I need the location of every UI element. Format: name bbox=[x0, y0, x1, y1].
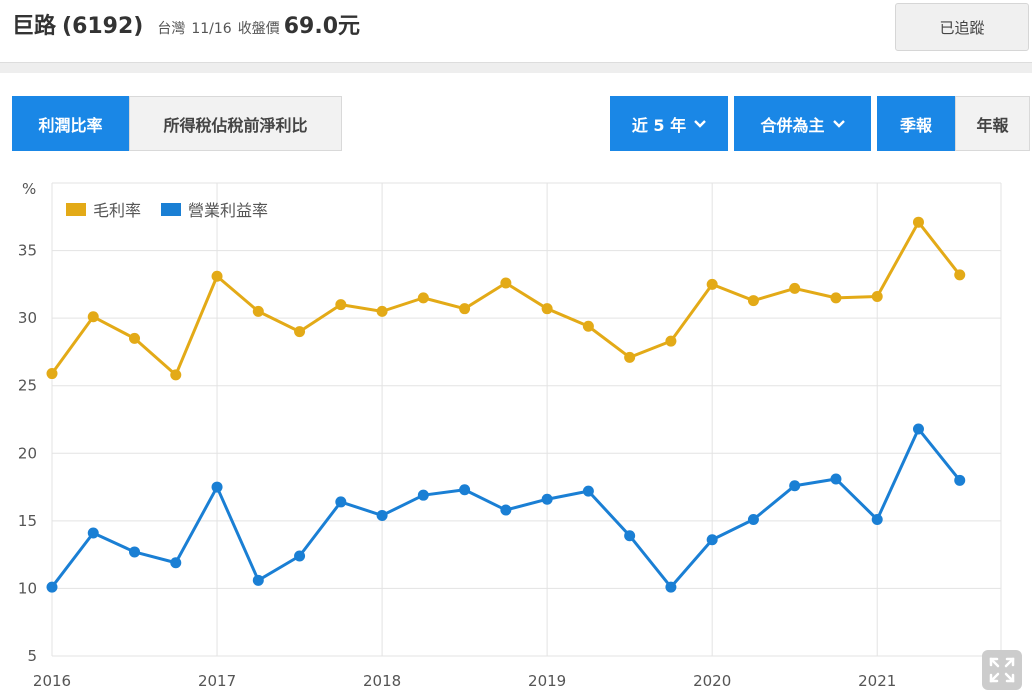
data-point bbox=[170, 369, 182, 381]
quarterly-button[interactable]: 季報 bbox=[877, 96, 955, 151]
data-point bbox=[789, 480, 801, 492]
consolidation-dropdown[interactable]: 合併為主 bbox=[734, 96, 871, 151]
legend-label: 營業利益率 bbox=[188, 201, 268, 220]
tab-profit-margin[interactable]: 利潤比率 bbox=[12, 96, 129, 151]
x-tick-label: 2018 bbox=[363, 672, 401, 690]
data-point bbox=[417, 489, 429, 501]
legend-swatch bbox=[161, 203, 181, 216]
expand-icon[interactable] bbox=[982, 650, 1022, 690]
data-point bbox=[417, 292, 429, 304]
data-point bbox=[747, 295, 759, 307]
data-point bbox=[624, 351, 636, 363]
data-point bbox=[500, 277, 512, 289]
data-point bbox=[665, 581, 677, 593]
stock-header: 巨路 (6192) 台灣 11/16 收盤價 69.0元 已追蹤 bbox=[0, 0, 1032, 62]
data-point bbox=[830, 292, 842, 304]
x-tick-label: 2021 bbox=[858, 672, 896, 690]
data-point bbox=[46, 368, 58, 380]
data-point bbox=[335, 496, 347, 508]
data-point bbox=[129, 546, 141, 558]
series-line bbox=[50, 220, 961, 377]
follow-button[interactable]: 已追蹤 bbox=[895, 3, 1029, 51]
data-point bbox=[582, 485, 594, 497]
chevron-down-icon bbox=[694, 117, 706, 131]
chevron-down-icon bbox=[832, 117, 845, 131]
x-tick-label: 2017 bbox=[198, 672, 236, 690]
data-point bbox=[459, 484, 471, 496]
data-point bbox=[294, 326, 306, 338]
market-label: 台灣 bbox=[157, 21, 186, 37]
y-tick-label: 35 bbox=[18, 242, 37, 260]
data-point bbox=[912, 216, 924, 228]
legend-swatch bbox=[66, 203, 86, 216]
data-point bbox=[211, 481, 223, 493]
data-point bbox=[87, 527, 99, 539]
y-tick-label: 25 bbox=[18, 377, 37, 395]
data-point bbox=[706, 534, 718, 546]
x-tick-label: 2020 bbox=[693, 672, 731, 690]
x-tick-label: 2016 bbox=[33, 672, 71, 690]
data-point bbox=[211, 270, 223, 282]
y-axis-label: % bbox=[22, 180, 36, 198]
data-point bbox=[541, 303, 553, 315]
y-tick-label: 5 bbox=[27, 647, 37, 665]
header-divider bbox=[0, 62, 1032, 73]
data-point bbox=[500, 504, 512, 516]
price-date: 11/16 bbox=[191, 21, 232, 37]
stock-title: 巨路 (6192) 台灣 11/16 收盤價 69.0元 bbox=[12, 8, 360, 40]
data-point bbox=[747, 514, 759, 526]
data-point bbox=[129, 332, 141, 344]
data-point bbox=[170, 557, 182, 569]
range-dropdown[interactable]: 近 5 年 bbox=[610, 96, 728, 151]
tab-tax-ratio[interactable]: 所得稅佔稅前淨利比 bbox=[129, 96, 342, 151]
data-point bbox=[252, 574, 264, 586]
data-point bbox=[46, 581, 58, 593]
y-tick-label: 30 bbox=[18, 309, 37, 327]
data-point bbox=[87, 311, 99, 323]
stock-name: 巨路 bbox=[12, 14, 57, 39]
data-point bbox=[376, 509, 388, 521]
data-point bbox=[582, 320, 594, 332]
data-point bbox=[871, 291, 883, 303]
data-point bbox=[954, 269, 966, 281]
data-point bbox=[665, 335, 677, 347]
data-point bbox=[335, 299, 347, 311]
data-point bbox=[294, 550, 306, 562]
y-tick-label: 15 bbox=[18, 512, 37, 530]
data-point bbox=[624, 530, 636, 542]
data-point bbox=[830, 473, 842, 485]
range-label: 近 5 年 bbox=[631, 115, 687, 135]
data-point bbox=[871, 514, 883, 526]
data-point bbox=[706, 278, 718, 290]
x-tick-label: 2019 bbox=[528, 672, 566, 690]
data-point bbox=[789, 282, 801, 294]
stock-code: (6192) bbox=[62, 14, 144, 39]
data-point bbox=[252, 305, 264, 317]
close-price: 69.0元 bbox=[283, 14, 360, 39]
consolidation-label: 合併為主 bbox=[760, 115, 825, 135]
data-point bbox=[459, 303, 471, 315]
y-tick-label: 20 bbox=[18, 444, 37, 462]
data-point bbox=[376, 305, 388, 317]
data-point bbox=[912, 423, 924, 435]
annual-button[interactable]: 年報 bbox=[955, 96, 1030, 151]
data-point bbox=[541, 493, 553, 505]
close-price-label: 收盤價 bbox=[237, 21, 280, 37]
data-point bbox=[954, 474, 966, 486]
margin-line-chart: 5 10 15 20 25 30 35 2016 2017 2018 2019 2020 2021% 毛利… bbox=[18, 180, 1002, 690]
y-tick-label: 10 bbox=[18, 579, 37, 597]
legend-label: 毛利率 bbox=[93, 201, 141, 220]
